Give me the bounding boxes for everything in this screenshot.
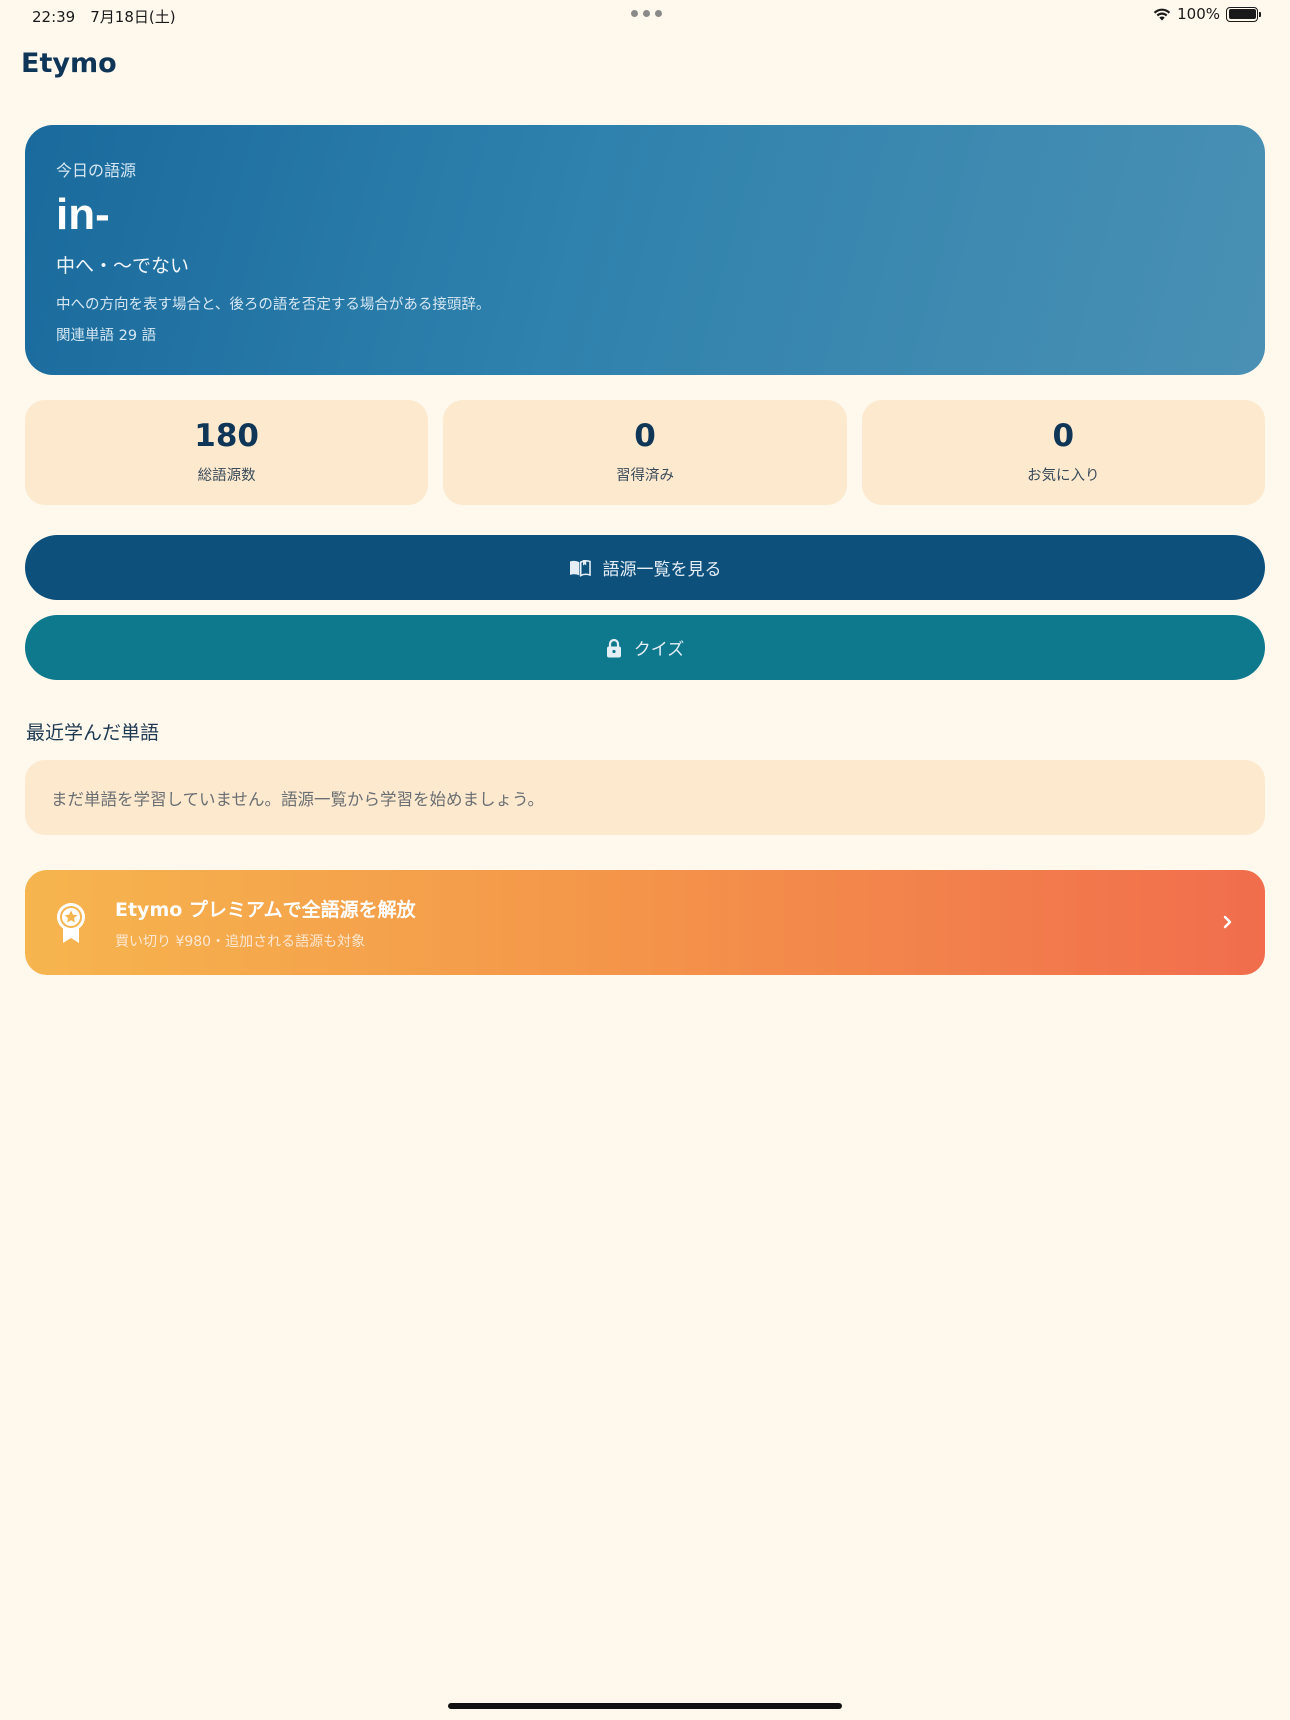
browse-roots-label: 語源一覧を見る (602, 560, 722, 580)
stat-mastered: 0 習得済み (443, 400, 847, 505)
award-badge-icon (57, 902, 85, 943)
stats-row: 180 総語源数 0 習得済み 0 お気に入り (25, 400, 1265, 505)
hero-description: 中への方向を表す場合と、後ろの語を否定する場合がある接頭辞。 (56, 297, 491, 313)
premium-banner[interactable]: Etymo プレミアムで全語源を解放 買い切り ¥980・追加される語源も対象 (25, 870, 1265, 975)
quiz-label: クイズ (633, 640, 685, 660)
stat-label: 総語源数 (197, 467, 256, 484)
multitasking-dots-icon[interactable] (631, 10, 662, 17)
todays-root-card[interactable]: 今日の語源 in- 中へ・〜でない 中への方向を表す場合と、後ろの語を否定する場… (25, 125, 1265, 375)
battery-percent: 100% (1177, 5, 1220, 23)
battery-icon (1226, 6, 1261, 22)
premium-text: Etymo プレミアムで全語源を解放 買い切り ¥980・追加される語源も対象 (115, 895, 416, 951)
wifi-icon (1153, 8, 1171, 21)
quiz-button[interactable]: クイズ (25, 615, 1265, 680)
lock-icon (606, 638, 621, 657)
app-title: Etymo (21, 48, 117, 79)
hero-root: in- (56, 190, 110, 239)
status-time: 22:39 7月18日(土) (32, 8, 176, 26)
chevron-right-icon (1223, 915, 1232, 929)
stat-value: 180 (194, 417, 260, 454)
hero-related-count: 関連単語 29 語 (56, 328, 157, 344)
stat-value: 0 (634, 417, 656, 454)
stat-label: 習得済み (615, 467, 674, 484)
recent-words-empty: まだ単語を学習していません。語源一覧から学習を始めましょう。 (25, 760, 1265, 835)
stat-label: お気に入り (1027, 467, 1100, 484)
hero-meaning: 中へ・〜でない (56, 255, 190, 277)
status-bar: 22:39 7月18日(土) 100% (0, 0, 1290, 30)
stat-total-roots: 180 総語源数 (25, 400, 429, 505)
premium-title: Etymo プレミアムで全語源を解放 (115, 898, 416, 921)
status-indicators: 100% (1153, 5, 1261, 23)
recent-words-title: 最近学んだ単語 (26, 722, 160, 744)
premium-subtitle: 買い切り ¥980・追加される語源も対象 (115, 933, 366, 950)
browse-roots-button[interactable]: 語源一覧を見る (25, 535, 1265, 600)
stat-value: 0 (1052, 417, 1075, 454)
home-indicator[interactable] (448, 1703, 842, 1709)
stat-favorites: 0 お気に入り (861, 400, 1265, 505)
book-open-icon (569, 559, 591, 577)
hero-label: 今日の語源 (56, 161, 137, 180)
